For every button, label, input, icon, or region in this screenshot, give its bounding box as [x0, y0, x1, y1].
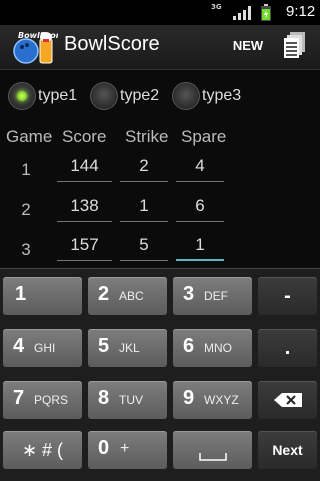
new-button[interactable]: NEW	[226, 36, 270, 56]
strike-input[interactable]: 1	[120, 192, 168, 222]
battery-icon	[261, 4, 271, 21]
key-8[interactable]: 8 TUV	[88, 381, 167, 419]
key-0[interactable]: 0 +	[88, 431, 167, 469]
key-minus[interactable]: -	[258, 277, 317, 315]
radio-type2[interactable]: type2	[90, 80, 159, 112]
game-number: 3	[21, 240, 31, 259]
spare-input-focused[interactable]: 1	[176, 231, 224, 261]
radio-unchecked-icon	[90, 82, 118, 110]
key-4[interactable]: 4 GHI	[3, 329, 82, 367]
spare-input[interactable]: 4	[176, 152, 224, 182]
space-icon	[199, 453, 227, 461]
game-number: 2	[21, 200, 31, 219]
score-input[interactable]: 157	[57, 231, 112, 261]
header-spare: Spare	[181, 127, 227, 146]
radio-checked-icon	[8, 82, 36, 110]
radio-label: type3	[202, 87, 242, 104]
network-type: 3G	[211, 3, 222, 11]
svg-text:BowlScore: BowlScore	[18, 31, 58, 40]
key-9[interactable]: 9 WXYZ	[173, 381, 252, 419]
header-strike: Strike	[125, 127, 169, 146]
key-2[interactable]: 2 ABC	[88, 277, 167, 315]
spare-input[interactable]: 6	[176, 192, 224, 222]
clock: 9:12	[286, 3, 316, 20]
key-period[interactable]: .	[258, 329, 317, 367]
key-6[interactable]: 6 MNO	[173, 329, 252, 367]
app-title: BowlScore	[64, 33, 160, 55]
header-score: Score	[62, 127, 107, 146]
radio-unchecked-icon	[172, 82, 200, 110]
backspace-icon	[274, 393, 302, 407]
key-space[interactable]	[173, 431, 252, 469]
key-5[interactable]: 5 JKL	[88, 329, 167, 367]
radio-label: type2	[120, 87, 160, 104]
key-3[interactable]: 3 DEF	[173, 277, 252, 315]
key-next[interactable]: Next	[258, 431, 317, 469]
score-input[interactable]: 144	[57, 152, 112, 182]
game-number: 1	[21, 160, 31, 179]
key-7[interactable]: 7 PQRS	[3, 381, 82, 419]
key-backspace[interactable]	[258, 381, 317, 419]
radio-type1[interactable]: type1	[8, 80, 77, 112]
strike-input[interactable]: 5	[120, 231, 168, 261]
header-game: Game	[6, 127, 53, 146]
key-1[interactable]: 1	[3, 277, 82, 315]
status-bar: 3G 9:12	[0, 0, 320, 25]
strike-input[interactable]: 2	[120, 152, 168, 182]
history-list-icon[interactable]	[284, 32, 306, 58]
signal-strength-icon	[233, 6, 251, 20]
score-input[interactable]: 138	[57, 192, 112, 222]
radio-type3[interactable]: type3	[172, 80, 241, 112]
radio-label: type1	[38, 87, 78, 104]
app-logo-icon: BowlScore	[13, 31, 58, 64]
key-symbols[interactable]: ∗ # (	[3, 431, 82, 469]
